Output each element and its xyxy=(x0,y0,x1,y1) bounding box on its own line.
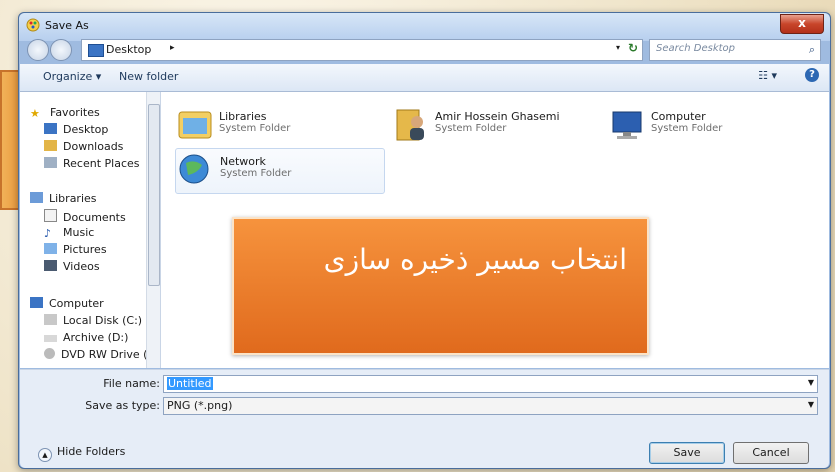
desktop-icon xyxy=(88,44,104,57)
file-name-label: File name: xyxy=(103,377,160,390)
nav-downloads[interactable]: Downloads xyxy=(44,140,123,156)
nav-scrollbar-thumb[interactable] xyxy=(148,104,160,286)
window-title: Save As xyxy=(45,19,89,32)
nav-videos[interactable]: Videos xyxy=(44,260,100,276)
save-type-value: PNG (*.png) xyxy=(167,399,233,412)
address-bar[interactable]: Desktop ▸ ▾ ↻ xyxy=(81,39,643,61)
close-button[interactable]: x xyxy=(780,14,824,34)
breadcrumb-desktop[interactable]: Desktop xyxy=(106,43,151,56)
pictures-icon xyxy=(44,243,57,254)
search-placeholder: Search Desktop xyxy=(656,43,735,54)
collapse-icon: ▲ xyxy=(38,448,52,462)
dvd-drive-icon xyxy=(44,348,55,359)
save-button[interactable]: Save xyxy=(649,442,725,464)
save-type-select[interactable]: PNG (*.png) ▼ xyxy=(163,397,818,415)
downloads-folder-icon xyxy=(44,140,57,151)
nav-recent-places[interactable]: Recent Places xyxy=(44,157,140,173)
address-dropdown-icon[interactable]: ▾ xyxy=(616,43,620,52)
libraries-folder-icon xyxy=(178,111,212,139)
libraries-icon xyxy=(30,192,43,203)
nav-libraries[interactable]: Libraries xyxy=(30,192,97,208)
file-name-value[interactable]: Untitled xyxy=(167,377,213,390)
nav-scrollbar[interactable] xyxy=(146,92,160,368)
help-icon[interactable]: ? xyxy=(805,68,819,82)
nav-local-disk[interactable]: Local Disk (C:) xyxy=(44,314,142,330)
address-row: Desktop ▸ ▾ ↻ Search Desktop ⌕ xyxy=(19,35,830,63)
nav-music[interactable]: ♪ Music xyxy=(44,226,94,242)
desktop-icon xyxy=(44,123,57,134)
change-view-button[interactable]: ☷ ▾ xyxy=(758,69,777,82)
new-folder-button[interactable]: New folder xyxy=(119,70,178,83)
item-user-folder[interactable]: Amir Hossein Ghasemi System Folder xyxy=(391,104,599,148)
search-input[interactable]: Search Desktop ⌕ xyxy=(649,39,821,61)
music-icon: ♪ xyxy=(44,227,52,240)
user-folder-icon xyxy=(396,109,424,141)
cancel-button[interactable]: Cancel xyxy=(733,442,809,464)
recent-places-icon xyxy=(44,157,57,168)
computer-icon xyxy=(612,111,642,139)
forward-button[interactable] xyxy=(50,39,72,61)
file-name-dropdown-icon[interactable]: ▼ xyxy=(808,378,814,387)
item-computer[interactable]: Computer System Folder xyxy=(607,104,815,148)
nav-desktop[interactable]: Desktop xyxy=(44,123,108,139)
breadcrumb-arrow-icon[interactable]: ▸ xyxy=(170,43,175,53)
nav-favorites[interactable]: ★ Favorites xyxy=(30,106,100,122)
search-icon[interactable]: ⌕ xyxy=(809,43,815,57)
item-network[interactable]: Network System Folder xyxy=(175,148,385,194)
drive-icon xyxy=(44,335,57,342)
instruction-banner: انتخاب مسیر ذخیره سازی xyxy=(232,217,649,355)
save-type-label: Save as type: xyxy=(85,399,160,412)
item-libraries[interactable]: Libraries System Folder xyxy=(175,104,383,148)
hide-folders-button[interactable]: ▲ Hide Folders xyxy=(38,445,125,462)
organize-button[interactable]: Organize ▾ xyxy=(43,70,101,83)
nav-documents[interactable]: Documents xyxy=(44,209,126,225)
file-name-field[interactable]: Untitled ▼ xyxy=(163,375,818,393)
save-options-panel: File name: Untitled ▼ Save as type: PNG … xyxy=(20,369,829,468)
nav-computer[interactable]: Computer xyxy=(30,297,104,313)
back-button[interactable] xyxy=(27,39,49,61)
network-icon xyxy=(179,154,209,184)
refresh-icon[interactable]: ↻ xyxy=(628,41,638,55)
star-icon: ★ xyxy=(30,107,40,120)
save-type-dropdown-icon[interactable]: ▼ xyxy=(808,400,814,409)
nav-dvd-drive[interactable]: DVD RW Drive (E: xyxy=(44,348,158,364)
nav-archive[interactable]: Archive (D:) xyxy=(44,331,128,347)
navigation-pane: ★ Favorites Desktop Downloads Recent Plac… xyxy=(20,92,161,368)
hard-drive-icon xyxy=(44,314,57,325)
videos-icon xyxy=(44,260,57,271)
paint-app-icon xyxy=(26,18,40,32)
documents-icon xyxy=(44,209,57,222)
command-toolbar: Organize ▾ New folder ☷ ▾ ? xyxy=(20,64,829,92)
computer-icon xyxy=(30,297,43,308)
nav-pictures[interactable]: Pictures xyxy=(44,243,107,259)
